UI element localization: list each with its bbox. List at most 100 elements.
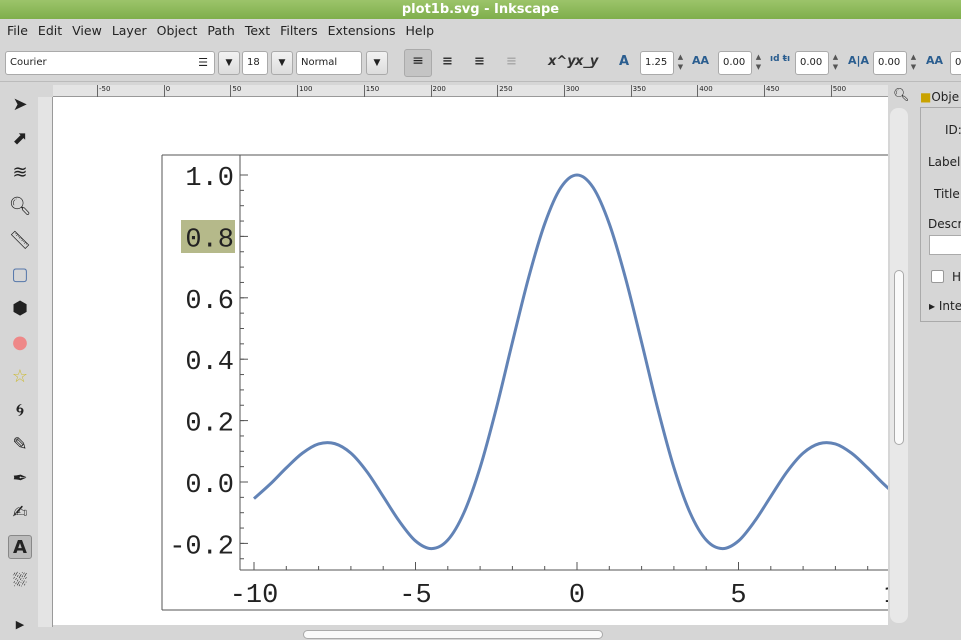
ruler-label: 450	[764, 85, 779, 97]
y-tick-label[interactable]: 0.8	[185, 225, 234, 255]
kerning-spinner[interactable]: ▲ ▼	[909, 52, 918, 74]
ruler-label: 350	[630, 85, 646, 97]
word-spacing-input[interactable]: 0.00	[795, 51, 829, 75]
menu-filters[interactable]: Filters	[275, 20, 322, 42]
align-left-button[interactable]: ≡	[404, 49, 432, 77]
ruler-label: 300	[563, 85, 579, 97]
font-family-dropdown[interactable]: ▼	[218, 51, 240, 75]
hide-checkbox[interactable]	[931, 270, 944, 283]
y-tick-label: 0.6	[185, 287, 234, 317]
node-icon[interactable]: ⬈	[8, 127, 32, 151]
menu-text[interactable]: Text	[240, 20, 275, 42]
zoom-fit-icon[interactable]: 🔍︎	[893, 88, 910, 103]
menu-help[interactable]: Help	[401, 20, 440, 42]
align-right-button[interactable]: ≡	[474, 54, 485, 69]
font-list-icon: ☰	[198, 56, 208, 69]
pen-icon[interactable]: ✒	[8, 467, 32, 491]
vertical-shift-input[interactable]: 0.	[950, 51, 961, 75]
horizontal-ruler[interactable]: -50 0 50 100 150 200 250 300 350 400 450 500	[53, 85, 888, 97]
ruler-label: 0	[163, 85, 170, 97]
menu-view[interactable]: View	[67, 20, 107, 42]
y-tick-label: 0.4	[185, 348, 234, 378]
menu-path[interactable]: Path	[202, 20, 239, 42]
title-label: Title:	[934, 187, 961, 201]
superscript-button[interactable]: x^y	[548, 54, 576, 69]
spray-icon[interactable]: ⛆	[8, 569, 32, 593]
ruler-label: 400	[697, 85, 713, 97]
rectangle-icon[interactable]: ▢	[8, 263, 32, 287]
more-tools-icon[interactable]: ▶	[8, 613, 32, 637]
object-properties-panel: ■Obje ID: Label: Title: Descr H ▸ Inte	[918, 85, 961, 640]
x-tick-label: 5	[730, 581, 746, 611]
toolbox: ➤ ⬈ ≋ 🔍︎ 📏︎ ▢ ⬢ ● ☆ 🌀︎ ✎ ✒ ✍ A ⛆ ▶	[0, 85, 38, 640]
selector-icon[interactable]: ➤	[8, 93, 32, 117]
line-spacing-input[interactable]: 1.25	[640, 51, 674, 75]
line-spacing-spinner[interactable]: ▲ ▼	[676, 52, 685, 74]
font-size-dropdown[interactable]: ▼	[271, 51, 293, 75]
hide-label: H	[952, 270, 961, 284]
y-tick-label: 0.2	[185, 410, 234, 440]
font-style-input[interactable]: Normal	[296, 51, 362, 75]
kerning-icon: A|A	[848, 54, 870, 67]
horizontal-scroll-thumb[interactable]	[303, 630, 603, 639]
text-icon[interactable]: A	[8, 535, 32, 559]
pencil-icon[interactable]: ✎	[8, 433, 32, 457]
ruler-label: 100	[297, 85, 312, 97]
vertical-scrollbar[interactable]	[890, 108, 908, 623]
title-bar: plot1b.svg - Inkscape	[0, 0, 961, 19]
ruler-label: -50	[97, 85, 110, 97]
menu-bar: File Edit View Layer Object Path Text Filters Ex…	[0, 20, 961, 42]
menu-object[interactable]: Object	[152, 20, 203, 42]
word-spacing-icon: ıd ŧı	[770, 54, 791, 64]
object-properties-icon: ■	[920, 90, 932, 104]
y-tick-label: -0.2	[169, 532, 234, 562]
x-tick-label: 10	[884, 581, 888, 611]
y-tick-label: 0.0	[185, 471, 234, 501]
subscript-button[interactable]: x_y	[575, 54, 598, 69]
interactivity-expander[interactable]: ▸ Inte	[929, 299, 961, 313]
vertical-shift-icon: AA	[926, 54, 944, 67]
ruler-label: 50	[230, 85, 241, 97]
y-tick-label: 1.0	[185, 164, 234, 194]
letter-spacing-spinner[interactable]: ▲ ▼	[754, 52, 763, 74]
x-tick-label: 0	[569, 581, 585, 611]
label-label: Label:	[928, 155, 961, 169]
measure-icon[interactable]: 📏︎	[8, 229, 32, 253]
align-justify-button[interactable]: ≡	[506, 54, 517, 69]
align-center-button[interactable]: ≡	[442, 54, 453, 69]
id-label: ID:	[945, 123, 961, 137]
star-icon[interactable]: ☆	[8, 365, 32, 389]
data-series-line	[253, 173, 888, 551]
plot: 1.0 0.8 0.6 0.4 0.2 0.0 -0.2 -10 -5 0 5 10	[161, 154, 888, 611]
menu-layer[interactable]: Layer	[107, 20, 152, 42]
line-spacing-icon: A	[619, 54, 630, 69]
spiral-icon[interactable]: 🌀︎	[8, 399, 32, 423]
ruler-label: 200	[430, 85, 446, 97]
menu-extensions[interactable]: Extensions	[323, 20, 401, 42]
vertical-scroll-thumb[interactable]	[894, 270, 904, 445]
font-family-value: Courier	[10, 57, 47, 68]
text-toolbar: Courier ☰ ▼ 18 ▼ Normal ▼ ≡ ≡ ≡ ≡ x^y x_y…	[0, 44, 961, 82]
word-spacing-spinner[interactable]: ▲ ▼	[831, 52, 840, 74]
zoom-icon[interactable]: 🔍︎	[8, 195, 32, 219]
description-input[interactable]	[929, 235, 961, 255]
panel-tab-label: Obje	[931, 90, 960, 104]
calligraphy-icon[interactable]: ✍	[8, 501, 32, 525]
tweak-icon[interactable]: ≋	[8, 161, 32, 185]
menu-edit[interactable]: Edit	[33, 20, 67, 42]
canvas[interactable]: 1.0 0.8 0.6 0.4 0.2 0.0 -0.2 -10 -5 0 5 10	[53, 97, 888, 625]
menu-file[interactable]: File	[2, 20, 33, 42]
font-style-dropdown[interactable]: ▼	[366, 51, 388, 75]
font-size-input[interactable]: 18	[242, 51, 268, 75]
box-3d-icon[interactable]: ⬢	[8, 297, 32, 321]
kerning-input[interactable]: 0.00	[873, 51, 907, 75]
horizontal-scrollbar[interactable]	[53, 628, 888, 640]
panel-tab[interactable]: ■Obje	[920, 90, 959, 104]
font-family-input[interactable]: Courier ☰	[5, 51, 215, 75]
letter-spacing-input[interactable]: 0.00	[718, 51, 752, 75]
ellipse-icon[interactable]: ●	[8, 331, 32, 355]
vertical-ruler[interactable]	[38, 97, 53, 627]
ruler-label: 150	[363, 85, 379, 97]
interactivity-label: Inte	[938, 299, 961, 313]
x-tick-label: -5	[399, 581, 431, 611]
